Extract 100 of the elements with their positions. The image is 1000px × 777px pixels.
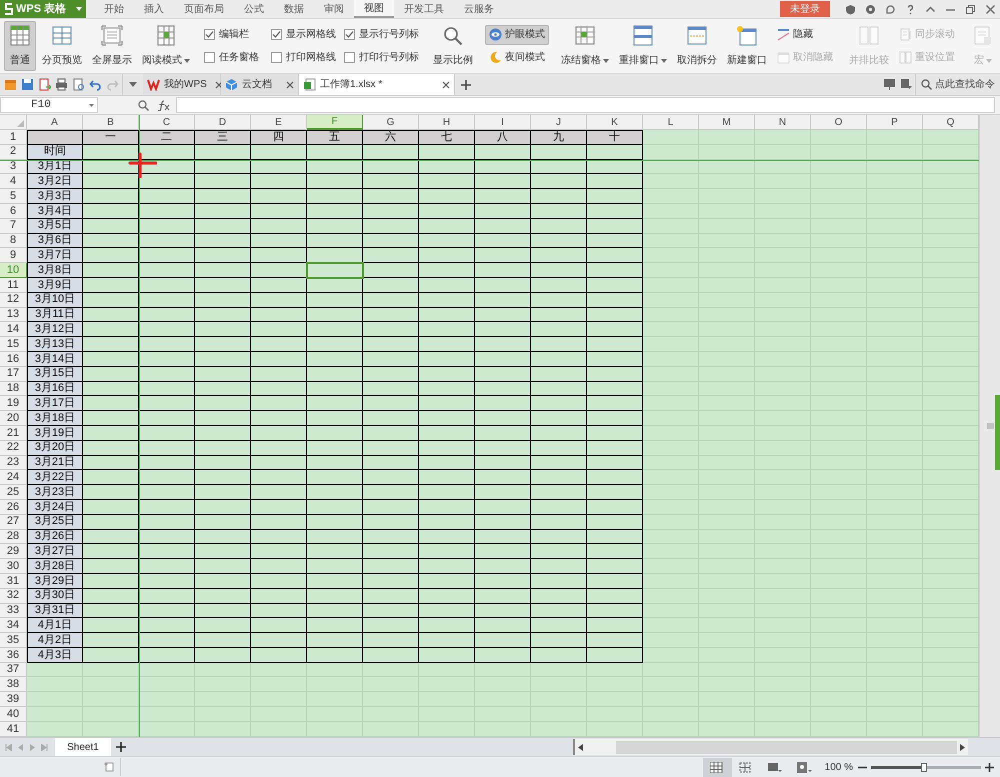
table-cell: 3月27日 [27, 544, 83, 560]
row-header[interactable]: 13 [0, 308, 27, 322]
table-cell: 3月7日 [27, 248, 83, 264]
menu-tab[interactable]: 插入 [134, 0, 174, 18]
menu-tab[interactable]: 公式 [234, 0, 274, 18]
table-cell: 三 [195, 130, 251, 145]
row-header[interactable]: 5 [0, 189, 27, 204]
ribbon-button[interactable]: 分页预览 [38, 21, 86, 71]
column-header[interactable]: C [139, 115, 195, 130]
app-menu-button[interactable]: WPS 表格 [0, 0, 86, 18]
menu-tab[interactable]: 视图 [354, 0, 394, 18]
menu-tab[interactable]: 开发工具 [394, 0, 454, 18]
row-header[interactable]: 19 [0, 396, 27, 412]
column-header[interactable]: H [419, 115, 475, 130]
checkbox-option[interactable]: 显示网格线 [269, 24, 338, 44]
row-header[interactable]: 21 [0, 426, 27, 441]
ribbon-button[interactable]: 全屏显示 [88, 21, 136, 71]
row-header[interactable]: 39 [0, 692, 27, 708]
checkbox-option[interactable]: 任务窗格 [202, 48, 261, 68]
row-header[interactable]: 4 [0, 174, 27, 190]
ribbon-button[interactable]: 护眼模式 [485, 24, 549, 44]
column-header[interactable]: Q [923, 115, 979, 130]
column-header[interactable]: K [587, 115, 643, 130]
checkbox-option[interactable]: 打印行号列标 [342, 48, 421, 68]
row-header[interactable]: 31 [0, 574, 27, 589]
column-header[interactable]: J [531, 115, 587, 130]
checkbox-option[interactable]: 编辑栏 [202, 24, 261, 44]
row-header[interactable]: 6 [0, 204, 27, 219]
row-header[interactable]: 7 [0, 218, 27, 234]
zoom-level[interactable]: 100 % [824, 760, 853, 774]
row-header[interactable]: 38 [0, 677, 27, 692]
row-header[interactable]: 36 [0, 648, 27, 663]
row-header[interactable]: 25 [0, 485, 27, 500]
row-header[interactable]: 15 [0, 337, 27, 352]
row-header[interactable]: 9 [0, 248, 27, 264]
row-header[interactable]: 20 [0, 411, 27, 426]
table-cell: 3月17日 [27, 396, 83, 412]
row-header[interactable]: 12 [0, 292, 27, 308]
table-cell: 3月8日 [27, 263, 83, 278]
table-cell: 九 [531, 130, 587, 145]
row-header[interactable]: 37 [0, 662, 27, 678]
document-tab[interactable]: 云文档 [221, 74, 299, 95]
row-header[interactable]: 22 [0, 440, 27, 456]
sheet-tab[interactable]: Sheet1 [55, 738, 111, 756]
ribbon-button[interactable]: 冻结窗格 [557, 21, 613, 71]
column-header[interactable]: M [699, 115, 755, 130]
menu-tab[interactable]: 开始 [94, 0, 134, 18]
column-header[interactable]: I [475, 115, 531, 130]
row-header[interactable]: 2 [0, 144, 27, 160]
ribbon-button[interactable]: 普通 [4, 21, 36, 71]
checkbox-option[interactable]: 打印网格线 [269, 48, 338, 68]
row-header[interactable]: 32 [0, 588, 27, 604]
column-header[interactable]: O [811, 115, 867, 130]
row-header[interactable]: 34 [0, 618, 27, 634]
table-cell: 3月20日 [27, 440, 83, 456]
row-header[interactable]: 33 [0, 604, 27, 618]
ribbon-button[interactable]: 隐藏 [773, 24, 837, 44]
document-tab[interactable]: 我的WPS [143, 74, 221, 95]
row-header[interactable]: 40 [0, 707, 27, 722]
column-header[interactable]: G [363, 115, 419, 130]
document-tab[interactable]: 工作簿1.xlsx * [299, 74, 455, 95]
row-header[interactable]: 18 [0, 382, 27, 396]
ribbon-button[interactable]: 阅读模式 [138, 21, 194, 71]
checkbox-option[interactable]: 显示行号列标 [342, 24, 421, 44]
ribbon-button[interactable]: 重排窗口 [615, 21, 671, 71]
column-header[interactable]: E [251, 115, 307, 130]
menu-tab[interactable]: 云服务 [454, 0, 504, 18]
row-header[interactable]: 41 [0, 722, 27, 737]
table-cell: 3月10日 [27, 292, 83, 308]
login-button[interactable]: 未登录 [780, 1, 830, 17]
row-header[interactable]: 29 [0, 544, 27, 560]
row-header[interactable]: 1 [0, 130, 27, 145]
column-header[interactable]: L [643, 115, 699, 130]
row-header[interactable]: 35 [0, 633, 27, 648]
row-header[interactable]: 30 [0, 559, 27, 574]
column-header[interactable]: A [27, 115, 83, 130]
ribbon-button[interactable]: 显示比例 [429, 21, 477, 71]
column-header[interactable]: P [867, 115, 923, 130]
row-header[interactable]: 24 [0, 470, 27, 486]
ribbon-button[interactable]: 取消拆分 [673, 21, 721, 71]
row-header[interactable]: 11 [0, 278, 27, 293]
row-header[interactable]: 27 [0, 514, 27, 530]
command-search-field[interactable]: 点此查找命令 [916, 74, 1000, 95]
row-header[interactable]: 23 [0, 456, 27, 470]
ribbon-button[interactable]: 夜间模式 [485, 48, 549, 68]
menu-tab[interactable]: 审阅 [314, 0, 354, 18]
table-cell: 八 [475, 130, 531, 145]
column-header[interactable]: N [755, 115, 811, 130]
row-header[interactable]: 28 [0, 530, 27, 544]
row-header[interactable]: 17 [0, 366, 27, 382]
ribbon-button[interactable]: 新建窗口 [723, 21, 771, 71]
menu-tab[interactable]: 页面布局 [174, 0, 234, 18]
row-header[interactable]: 8 [0, 234, 27, 248]
column-header[interactable]: B [83, 115, 139, 130]
name-box[interactable]: F10 [0, 97, 98, 113]
column-header[interactable]: D [195, 115, 251, 130]
row-header[interactable]: 26 [0, 500, 27, 515]
row-header[interactable]: 14 [0, 322, 27, 338]
row-header[interactable]: 16 [0, 352, 27, 367]
menu-tab[interactable]: 数据 [274, 0, 314, 18]
